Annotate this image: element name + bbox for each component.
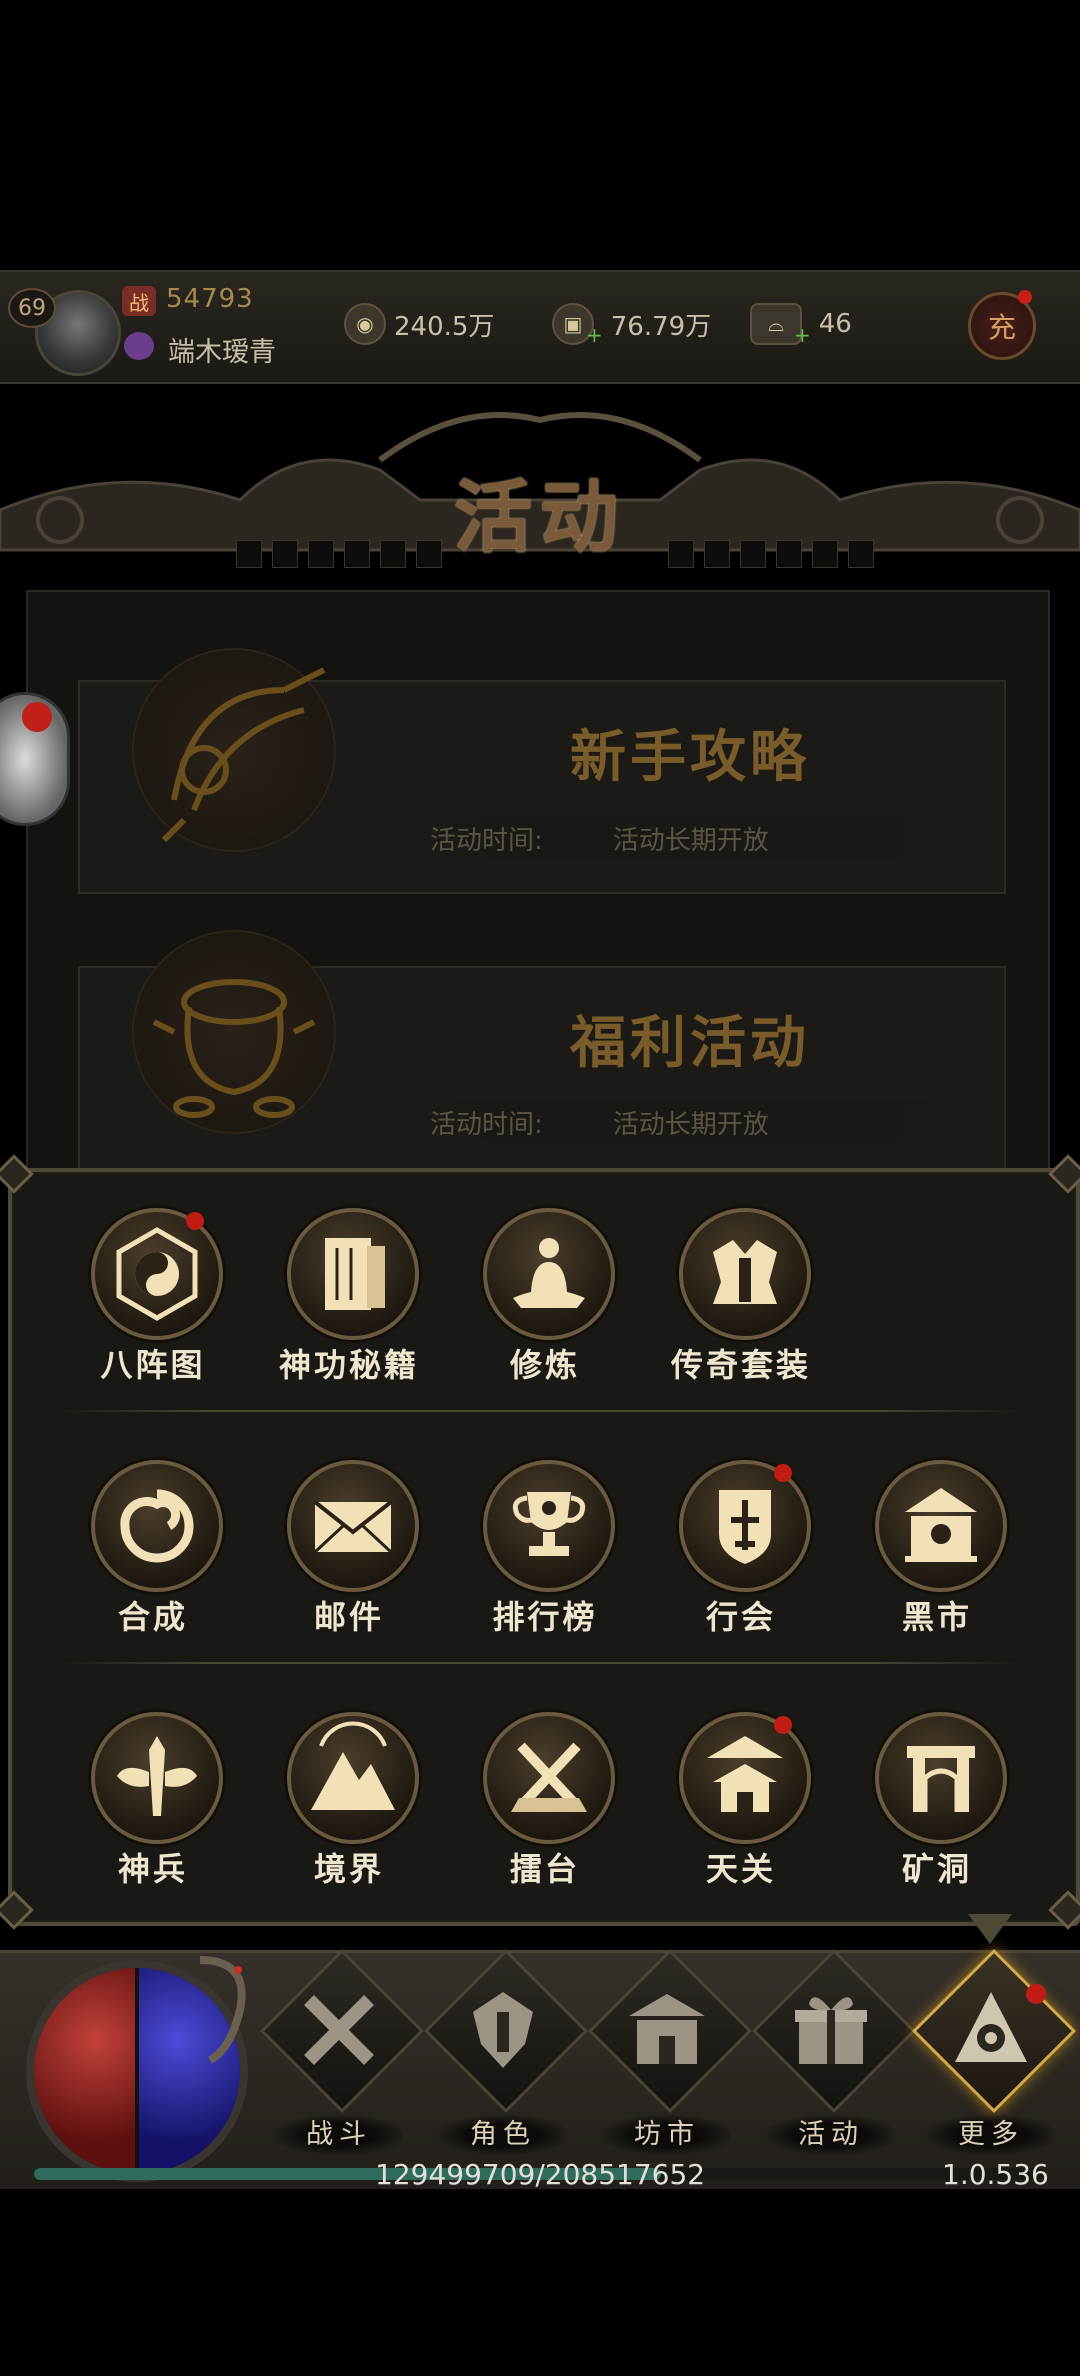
notification-dot: [186, 1212, 204, 1230]
notification-dot: [1018, 290, 1032, 304]
activity-title: 新手攻略: [570, 724, 810, 790]
nav-activity[interactable]: 活动: [751, 1948, 917, 2165]
menu-item-sky-pass[interactable]: 天关: [664, 1712, 814, 1888]
menu-label: 邮件: [313, 1598, 384, 1636]
mail-icon: [287, 1460, 419, 1592]
activity-time-label: 活动时间:: [430, 1110, 543, 1140]
menu-label: 神兵: [117, 1850, 188, 1888]
helmet-icon: [428, 1975, 578, 2085]
bagua-icon: [91, 1208, 223, 1340]
nav-market[interactable]: 坊市: [587, 1948, 753, 2165]
power-badge-icon: 战: [122, 286, 156, 316]
menu-item-guild[interactable]: 行会: [664, 1460, 814, 1636]
activity-time-value: 活动长期开放: [612, 826, 769, 856]
menu-label: 传奇套装: [670, 1346, 811, 1384]
book-icon: [287, 1208, 419, 1340]
menu-divider: [60, 1410, 1020, 1412]
menu-label: 行会: [705, 1598, 776, 1636]
nav-battle[interactable]: 战斗: [259, 1948, 425, 2165]
activity-time-value: 活动长期开放: [612, 1110, 769, 1140]
add-gold-icon[interactable]: +: [586, 323, 603, 347]
black-market-icon: [875, 1460, 1007, 1592]
activity-time: 活动时间: 活动长期开放: [410, 820, 990, 857]
menu-item-shengong-miji[interactable]: 神功秘籍: [272, 1208, 422, 1384]
menu-label: 天关: [705, 1850, 776, 1888]
menu-label: 境界: [313, 1850, 384, 1888]
player-name: 端木瑷青: [168, 337, 276, 368]
notification-dot: [774, 1464, 792, 1482]
menu-item-mail[interactable]: 邮件: [272, 1460, 422, 1636]
panel-title: 活动: [453, 472, 626, 563]
menu-label: 黑市: [901, 1598, 972, 1636]
resource-silver-value: 46: [818, 309, 852, 339]
menu-label: 八阵图: [100, 1346, 206, 1384]
dragon-ornament-icon: [199, 1956, 246, 2064]
version-label: 1.0.536: [942, 2158, 1049, 2191]
menu-item-synthesis[interactable]: 合成: [76, 1460, 226, 1636]
menu-item-legend-set[interactable]: 传奇套装: [664, 1208, 814, 1384]
title-dash-left: [236, 540, 442, 568]
menu-label: 排行榜: [492, 1598, 598, 1636]
nav-label: 坊市: [602, 2115, 732, 2155]
menu-item-mine[interactable]: 矿洞: [860, 1712, 1010, 1888]
menu-item-bazhentu[interactable]: 八阵图: [76, 1208, 226, 1384]
experience-text: 129499709/208517652: [375, 2158, 706, 2191]
nav-character[interactable]: 角色: [423, 1948, 589, 2165]
level-badge: 69: [8, 288, 56, 328]
swirl-icon: [91, 1460, 223, 1592]
menu-item-xiulian[interactable]: 修炼: [468, 1208, 618, 1384]
menu-item-arena[interactable]: 擂台: [468, 1712, 618, 1888]
menu-divider: [60, 1662, 1020, 1664]
activity-time-label: 活动时间:: [430, 826, 543, 856]
menu-label: 矿洞: [901, 1850, 972, 1888]
guild-shield-icon: [679, 1460, 811, 1592]
guild-rank-icon: [124, 332, 154, 360]
menu-label: 修炼: [509, 1346, 580, 1384]
menu-item-divine-weapon[interactable]: 神兵: [76, 1712, 226, 1888]
notification-dot: [1026, 1984, 1046, 2004]
menu-label: 擂台: [509, 1850, 580, 1888]
nav-label: 更多: [926, 2115, 1056, 2155]
menu-label: 神功秘籍: [278, 1346, 419, 1384]
title-dash-right: [668, 540, 874, 568]
add-silver-icon[interactable]: +: [794, 323, 811, 347]
winged-sword-icon: [91, 1712, 223, 1844]
resource-gold[interactable]: ▣ + 76.79万: [552, 302, 712, 347]
crossed-swords-icon: [264, 1975, 414, 2085]
menu-item-black-market[interactable]: 黑市: [860, 1460, 1010, 1636]
mine-gate-icon: [875, 1712, 1007, 1844]
mountain-icon: [287, 1712, 419, 1844]
scroll-icon: [132, 648, 336, 852]
trophy-icon: [483, 1460, 615, 1592]
menu-item-realm[interactable]: 境界: [272, 1712, 422, 1888]
resource-gold-value: 76.79万: [610, 311, 712, 342]
top-status-bar: [0, 270, 1080, 384]
resource-silver[interactable]: ⌓ + 46: [750, 302, 852, 347]
treasure-pot-icon: [132, 930, 336, 1134]
menu-label: 合成: [117, 1598, 188, 1636]
pagoda-icon: [679, 1712, 811, 1844]
copper-coin-icon: ◉: [344, 303, 386, 345]
combat-power-value: 54793: [166, 284, 254, 314]
nav-label: 活动: [766, 2115, 896, 2155]
hp-orb-half: [34, 1968, 137, 2174]
notification-dot: [22, 702, 52, 732]
menu-pointer: [968, 1914, 1012, 1944]
nav-label: 战斗: [274, 2115, 404, 2155]
activity-time: 活动时间: 活动长期开放: [410, 1104, 990, 1141]
notification-dot: [774, 1716, 792, 1734]
arena-icon: [483, 1712, 615, 1844]
meditation-icon: [483, 1208, 615, 1340]
menu-item-leaderboard[interactable]: 排行榜: [468, 1460, 618, 1636]
resource-copper[interactable]: ◉ 240.5万: [344, 302, 494, 346]
activity-title: 福利活动: [570, 1010, 810, 1076]
nav-label: 角色: [438, 2115, 568, 2155]
market-hall-icon: [592, 1975, 742, 2085]
gift-icon: [756, 1975, 906, 2085]
armor-icon: [679, 1208, 811, 1340]
resource-copper-value: 240.5万: [394, 311, 495, 342]
